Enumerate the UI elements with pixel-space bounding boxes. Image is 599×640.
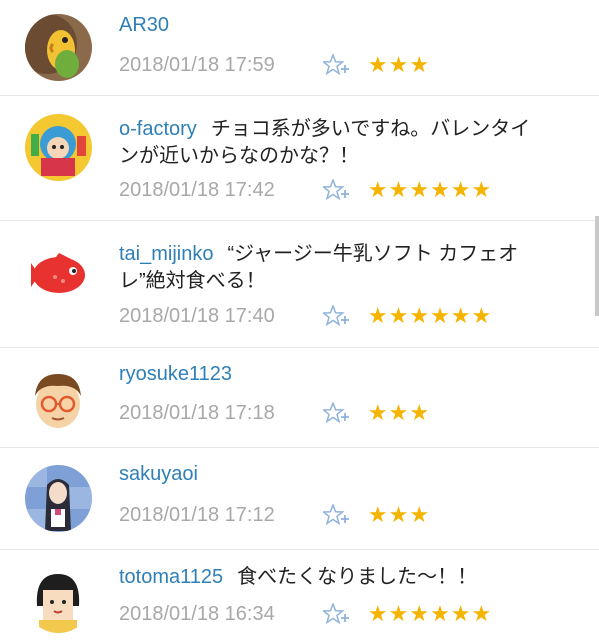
comment-username[interactable]: tai_mijinko	[119, 243, 213, 265]
avatar[interactable]	[25, 114, 92, 181]
avatar[interactable]	[25, 366, 92, 433]
star-plus-icon[interactable]	[323, 304, 357, 327]
star-rating: ★★★	[367, 51, 431, 77]
comment-username[interactable]: totoma1125	[119, 566, 223, 588]
star-plus-icon[interactable]	[323, 602, 357, 625]
comment-text: 食べたくなりました〜！！	[237, 566, 478, 588]
comment-item: sakuyaoi 2018/01/18 17:12 ★★★	[0, 448, 599, 550]
comment-text: レ”絶対食べる！	[119, 270, 266, 292]
avatar[interactable]	[25, 14, 92, 81]
comment-timestamp: 2018/01/18 17:42	[119, 179, 275, 201]
comment-item: AR30 2018/01/18 17:59 ★★★	[0, 0, 599, 96]
comment-item: totoma1125 食べたくなりました〜！！ 2018/01/18 16:34 …	[0, 550, 599, 640]
comment-item: tai_mijinko “ジャージー牛乳ソフト カフェオ レ”絶対食べる！ 201…	[0, 221, 599, 348]
comment-text: ンが近いからなのかな？！	[119, 145, 359, 167]
comment-username[interactable]: AR30	[119, 14, 169, 36]
star-rating: ★★★	[367, 399, 431, 425]
star-rating: ★★★★★★	[367, 176, 493, 202]
star-plus-icon[interactable]	[323, 401, 357, 424]
star-plus-icon[interactable]	[323, 178, 357, 201]
comment-timestamp: 2018/01/18 17:18	[119, 402, 275, 424]
comment-item: ryosuke1123 2018/01/18 17:18 ★★★	[0, 348, 599, 448]
comment-list: AR30 2018/01/18 17:59 ★★★ o-factory チョコ系…	[0, 0, 599, 640]
comment-text: “ジャージー牛乳ソフト カフェオ	[227, 243, 519, 265]
star-rating: ★★★★★★	[367, 302, 493, 328]
comment-timestamp: 2018/01/18 17:40	[119, 305, 275, 327]
star-rating: ★★★★★★	[367, 600, 493, 626]
scrollbar[interactable]	[595, 216, 599, 316]
comment-timestamp: 2018/01/18 17:12	[119, 504, 275, 526]
comment-username[interactable]: sakuyaoi	[119, 463, 198, 485]
comment-username[interactable]: ryosuke1123	[119, 363, 232, 385]
star-rating: ★★★	[367, 501, 431, 527]
avatar[interactable]	[25, 566, 92, 633]
comment-text: チョコ系が多いですね。バレンタイ	[210, 118, 531, 140]
star-plus-icon[interactable]	[323, 503, 357, 526]
avatar[interactable]	[25, 465, 92, 532]
star-plus-icon[interactable]	[323, 53, 357, 76]
comment-timestamp: 2018/01/18 17:59	[119, 54, 275, 76]
comment-item: o-factory チョコ系が多いですね。バレンタイ ンが近いからなのかな？！ 2…	[0, 96, 599, 221]
comment-timestamp: 2018/01/18 16:34	[119, 603, 275, 625]
comment-username[interactable]: o-factory	[119, 118, 197, 140]
avatar[interactable]	[25, 241, 92, 308]
